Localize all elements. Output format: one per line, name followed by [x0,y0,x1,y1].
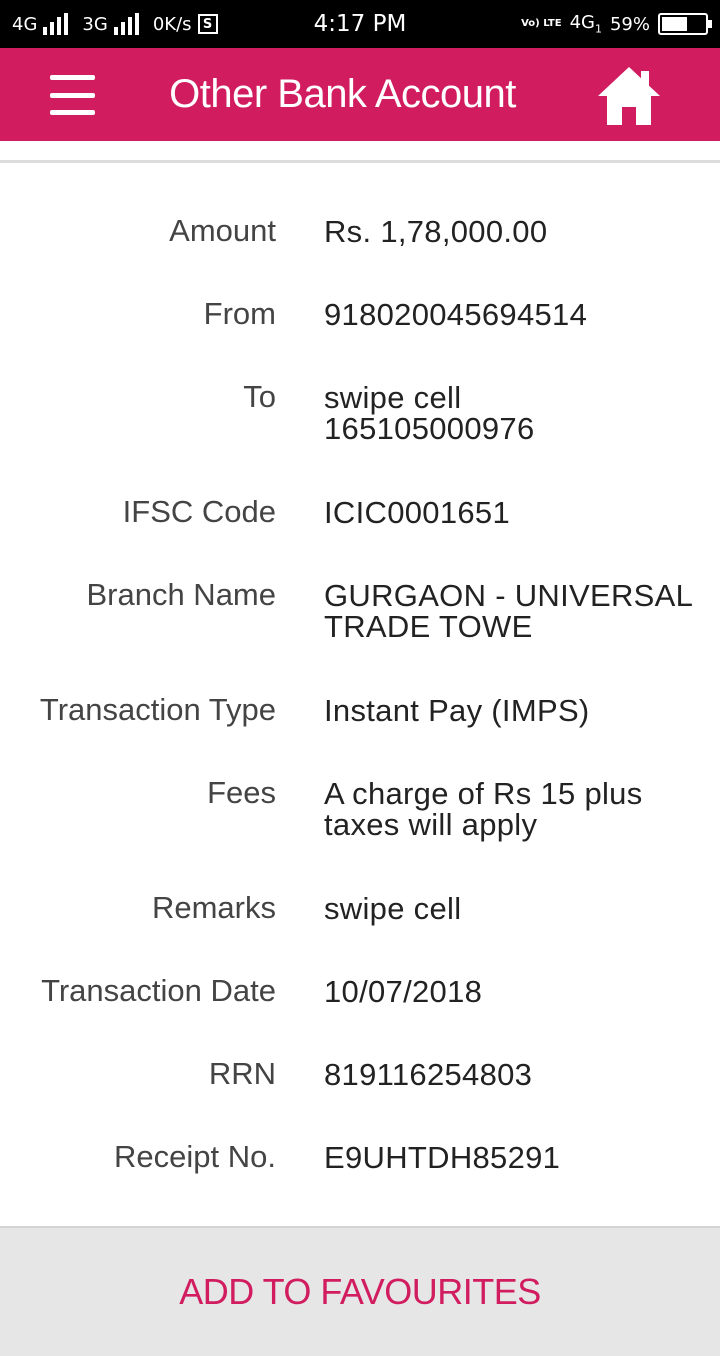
divider [0,160,720,163]
detail-value: GURGAON - UNIVERSAL TRADE TOWE [324,578,692,644]
detail-label: Receipt No. [114,1139,276,1174]
detail-value: A charge of Rs 15 plus taxes will apply [324,776,643,842]
battery-level [662,17,687,31]
hamburger-menu-icon[interactable] [50,75,95,115]
home-icon[interactable] [596,65,662,127]
detail-label: Remarks [151,890,276,925]
battery-icon [658,13,712,35]
network-type-label-2: 3G [82,13,108,35]
detail-label: Transaction Date [41,973,276,1008]
detail-label: Fees [207,775,276,810]
network-4g-label: 4G [569,12,595,34]
battery-percent: 59% [609,13,650,35]
detail-label: Branch Name [86,577,276,612]
signal-strength-icon [43,13,69,35]
status-right: Vo) LTE 4G1 59% [521,0,712,48]
data-speed: 0K/s [152,13,192,35]
network-type-label: 4G [12,13,38,35]
detail-value: swipe cell 165105000976 [324,380,535,446]
detail-value: ICIC0001651 [324,495,510,530]
detail-label: Amount [169,213,276,248]
detail-label: To [243,379,276,414]
status-left: 4G 3G 0K/s S [12,0,218,48]
detail-label: Transaction Type [39,692,276,727]
app-bar: Other Bank Account [0,48,720,141]
detail-value: E9UHTDH85291 [324,1140,561,1175]
signal-strength-icon-2 [113,13,139,35]
detail-value: swipe cell [324,891,462,926]
detail-label: RRN [208,1056,276,1091]
detail-value: 819116254803 [324,1057,533,1092]
page-title: Other Bank Account [169,72,516,116]
detail-label: From [203,296,276,331]
detail-value: 10/07/2018 [324,974,483,1009]
detail-label: IFSC Code [122,494,276,529]
detail-value: Instant Pay (IMPS) [324,693,590,728]
add-to-favourites-button[interactable]: ADD TO FAVOURITES [179,1271,541,1313]
s-badge-icon: S [197,14,218,34]
status-bar: 4G 3G 0K/s S 4:17 PM Vo) LTE 4G1 59% [0,0,720,48]
detail-value: Rs. 1,78,000.00 [324,214,548,249]
volte-icon: Vo) LTE [521,18,562,29]
network-4g-icon: 4G1 [570,12,602,36]
detail-value: 918020045694514 [324,297,588,332]
sim-index: 1 [594,22,602,36]
footer-bar: ADD TO FAVOURITES [0,1226,720,1356]
